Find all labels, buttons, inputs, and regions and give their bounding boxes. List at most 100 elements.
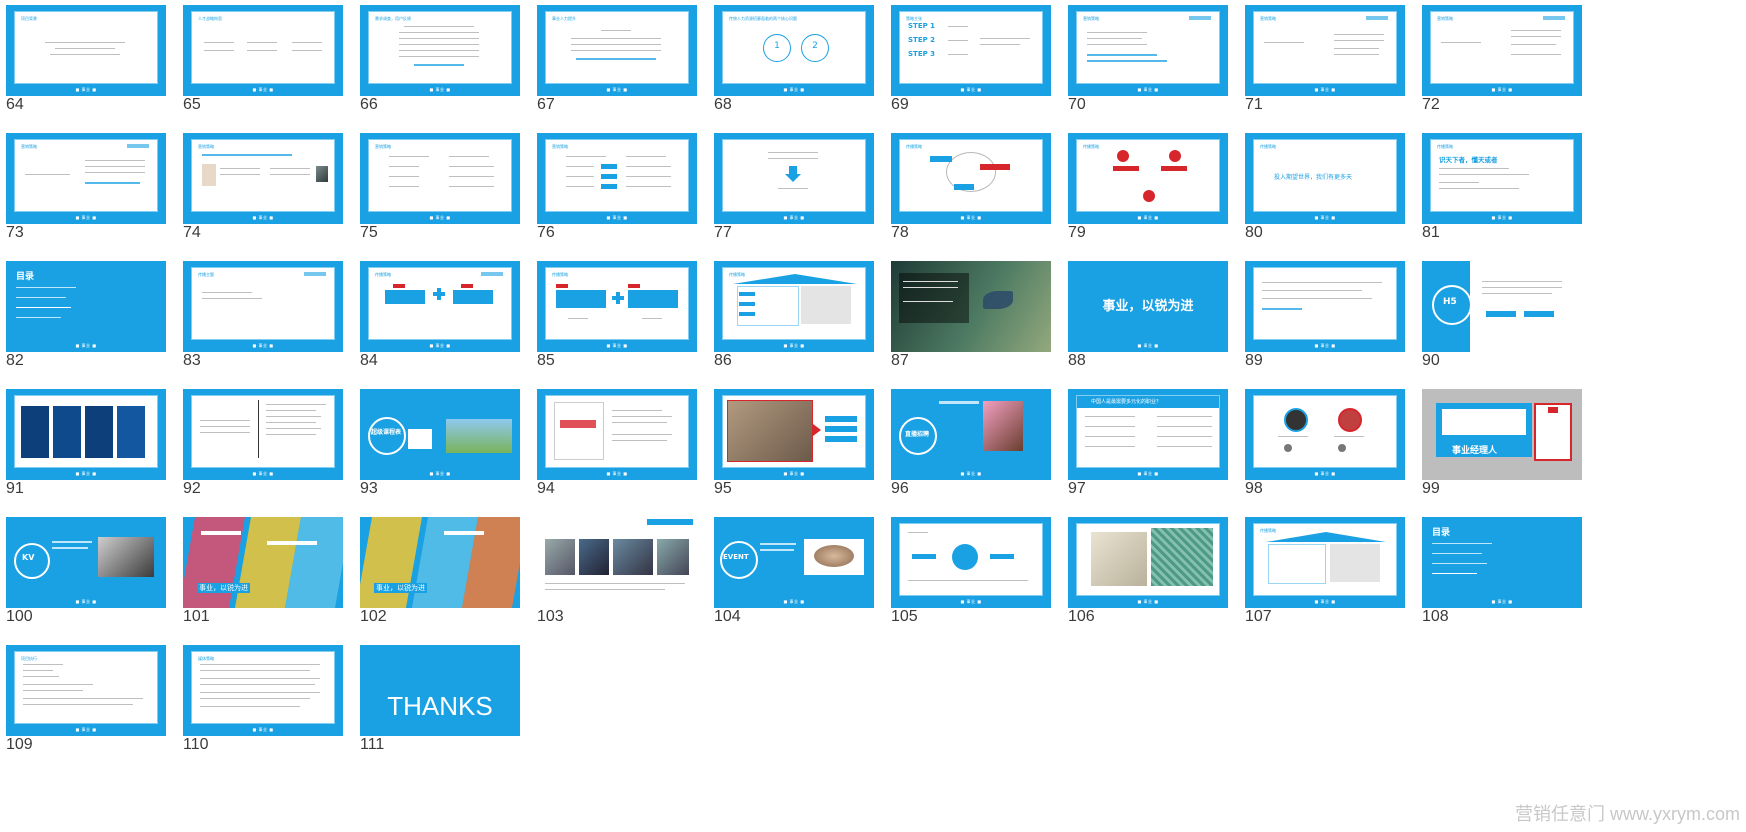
slide-title: 传播策略: [375, 272, 391, 277]
slide-thumbnail[interactable]: 营销策略 ■ 事业 ■: [537, 133, 697, 224]
slide-cell: ■ 事业 ■ 92: [177, 384, 347, 505]
slide-thumbnail[interactable]: THANKS: [360, 645, 520, 736]
slide-number: 71: [1245, 96, 1263, 113]
slide-number: 73: [6, 224, 24, 241]
watermark: 营销任意门 www.yxrym.com: [1515, 804, 1740, 824]
slide-title: 传播主题: [198, 272, 214, 277]
slide-thumbnail[interactable]: 营销策略 ■ 事业 ■: [6, 133, 166, 224]
slide-number: 109: [6, 736, 33, 753]
slide-thumbnail[interactable]: ■ 事业 ■: [714, 389, 874, 480]
slide-thumbnail[interactable]: ■ 事业 ■: [1068, 517, 1228, 608]
slide-thumbnail[interactable]: 传播策略 识天下者，懂天或者 ■ 事业 ■: [1422, 133, 1582, 224]
slide-number: 97: [1068, 480, 1086, 497]
slide-number: 77: [714, 224, 732, 241]
slide-cell: ■ 事业 ■ 91: [0, 384, 170, 505]
slide-number: 87: [891, 352, 909, 369]
slide-cell: 需求调查，用户反馈 ■ 事业 ■ 66: [354, 0, 524, 121]
slide-thumbnail[interactable]: 事业，以锐为进: [183, 517, 343, 608]
slide-number: 104: [714, 608, 741, 625]
slide-thumbnail[interactable]: 人才战略构思 ■ 事业 ■: [183, 5, 343, 96]
slide-cell: 营销策略 ■ 事业 ■ 71: [1239, 0, 1409, 121]
slide-number: 84: [360, 352, 378, 369]
slide-thumbnail[interactable]: [891, 261, 1051, 352]
slide-thumbnail[interactable]: 媒体策略 ■ 事业 ■: [183, 645, 343, 736]
slide-thumbnail[interactable]: ■ 事业 ■: [6, 389, 166, 480]
slide-thumbnail[interactable]: H5: [1422, 261, 1582, 352]
slide-number: 106: [1068, 608, 1095, 625]
slide-thumbnail[interactable]: 需求调查，用户反馈 ■ 事业 ■: [360, 5, 520, 96]
slide-cell: 营销策略 ■ 事业 ■ 75: [354, 128, 524, 249]
slide-thumbnail[interactable]: 传播策略 ■ 事业 ■: [537, 261, 697, 352]
slide-thumbnail[interactable]: 超级课程表 ■ 事业 ■: [360, 389, 520, 480]
slide-title: 媒体策略: [198, 656, 214, 661]
slide-thumbnail[interactable]: 营销策略 ■ 事业 ■: [1068, 5, 1228, 96]
slide-thumbnail[interactable]: ■ 事业 ■: [183, 389, 343, 480]
slide-number: 95: [714, 480, 732, 497]
slide-thumbnail[interactable]: 事业，以锐为进 ■ 事业 ■: [1068, 261, 1228, 352]
slide-number: 65: [183, 96, 201, 113]
slide-cell: 直播招聘 ■ 事业 ■ 96: [885, 384, 1055, 505]
slide-thumbnail[interactable]: 传播策略 ■ 事业 ■: [891, 133, 1051, 224]
slide-title: 项目背景: [21, 16, 37, 21]
slide-number: 76: [537, 224, 555, 241]
slide-cell: 营销策略 ■ 事业 ■ 74: [177, 128, 347, 249]
slide-number: 72: [1422, 96, 1440, 113]
slide-thumbnail[interactable]: 营销策略 ■ 事业 ■: [183, 133, 343, 224]
slide-number: 102: [360, 608, 387, 625]
slide-thumbnail[interactable]: 传播策略 ■ 事业 ■: [714, 261, 874, 352]
slide-cell: 传统人力资源招募面临的两个核心问题 1 2 ■ 事业 ■ 68: [708, 0, 878, 121]
slide-thumbnail[interactable]: 传播策略 ■ 事业 ■: [360, 261, 520, 352]
slide-thumbnail[interactable]: 项目背景 ■ 事业 ■: [6, 5, 166, 96]
slide-thumbnail[interactable]: ■ 事业 ■: [714, 133, 874, 224]
slide-thumbnail[interactable]: 传播主题 ■ 事业 ■: [183, 261, 343, 352]
slide-number: 81: [1422, 224, 1440, 241]
slide-thumbnail[interactable]: 营销策略 ■ 事业 ■: [1422, 5, 1582, 96]
slide-number: 82: [6, 352, 24, 369]
slide-number: 89: [1245, 352, 1263, 369]
slide-thumbnail[interactable]: 传播策略 ■ 事业 ■: [1068, 133, 1228, 224]
slide-title: 营销策略: [375, 144, 391, 149]
slide-thumbnail[interactable]: 目录 ■ 事业 ■: [6, 261, 166, 352]
slide-number: 86: [714, 352, 732, 369]
slide-cell: 传播策略 ■ 事业 ■ 84: [354, 256, 524, 377]
slide-thumbnail[interactable]: 营销策略 ■ 事业 ■: [1245, 5, 1405, 96]
slide-thumbnail[interactable]: KV ■ 事业 ■: [6, 517, 166, 608]
slide-title: 营销策略: [1437, 16, 1453, 21]
slide-cell: 中国人是最需要多元化的职业？ ■ 事业 ■ 97: [1062, 384, 1232, 505]
slide-thumbnail[interactable]: EVENT ■ 事业 ■: [714, 517, 874, 608]
slide-thumbnail[interactable]: 传统人力资源招募面临的两个核心问题 1 2 ■ 事业 ■: [714, 5, 874, 96]
slide-thumbnail[interactable]: ■ 事业 ■: [1245, 261, 1405, 352]
slide-thumbnail[interactable]: 传播策略 ■ 事业 ■: [1245, 517, 1405, 608]
slide-number: 88: [1068, 352, 1086, 369]
slide-title: 需求调查，用户反馈: [375, 16, 411, 21]
slide-thumbnail[interactable]: 中国人是最需要多元化的职业？ ■ 事业 ■: [1068, 389, 1228, 480]
slide-thumbnail[interactable]: 直播招聘 ■ 事业 ■: [891, 389, 1051, 480]
slide-thumbnail[interactable]: ■ 事业 ■: [891, 517, 1051, 608]
slide-cell: 传播策略 投入期望世界，我们有更多天 ■ 事业 ■ 80: [1239, 128, 1409, 249]
slide-number: 83: [183, 352, 201, 369]
slide-title: 传播策略: [906, 144, 922, 149]
slide-thumbnail[interactable]: ■ 事业 ■: [537, 389, 697, 480]
slide-thumbnail[interactable]: 项目执行 ■ 事业 ■: [6, 645, 166, 736]
slide-cell: 策略主张 STEP 1 STEP 2 STEP 3 ■ 事业 ■ 69: [885, 0, 1055, 121]
slide-thumbnail[interactable]: 事业经理人: [1422, 389, 1582, 480]
slide-thumbnail[interactable]: 目录 ■ 事业 ■: [1422, 517, 1582, 608]
slide-title: 传播策略: [1083, 144, 1099, 149]
slide-number: 110: [183, 736, 209, 753]
slide-thumbnail[interactable]: 传播策略 投入期望世界，我们有更多天 ■ 事业 ■: [1245, 133, 1405, 224]
slide-thumbnail[interactable]: 策略主张 STEP 1 STEP 2 STEP 3 ■ 事业 ■: [891, 5, 1051, 96]
slide-title: 传统人力资源招募面临的两个核心问题: [729, 16, 797, 21]
slide-number: 105: [891, 608, 918, 625]
slide-number: 107: [1245, 608, 1272, 625]
slide-cell: EVENT ■ 事业 ■ 104: [708, 512, 878, 633]
slide-number: 111: [360, 736, 385, 753]
slide-thumbnail[interactable]: [537, 517, 697, 608]
slide-thumbnail[interactable]: ■ 事业 ■: [1245, 389, 1405, 480]
slide-cell: 营销策略 ■ 事业 ■ 72: [1416, 0, 1586, 121]
slide-thumbnail[interactable]: 事业，以锐为进: [360, 517, 520, 608]
slide-cell: H5 90: [1416, 256, 1586, 377]
slide-thumbnail[interactable]: 营销策略 ■ 事业 ■: [360, 133, 520, 224]
slide-cell: 目录 ■ 事业 ■ 108: [1416, 512, 1586, 633]
slide-cell: 传播策略 ■ 事业 ■ 85: [531, 256, 701, 377]
slide-thumbnail[interactable]: 事业人力提升 ■ 事业 ■: [537, 5, 697, 96]
